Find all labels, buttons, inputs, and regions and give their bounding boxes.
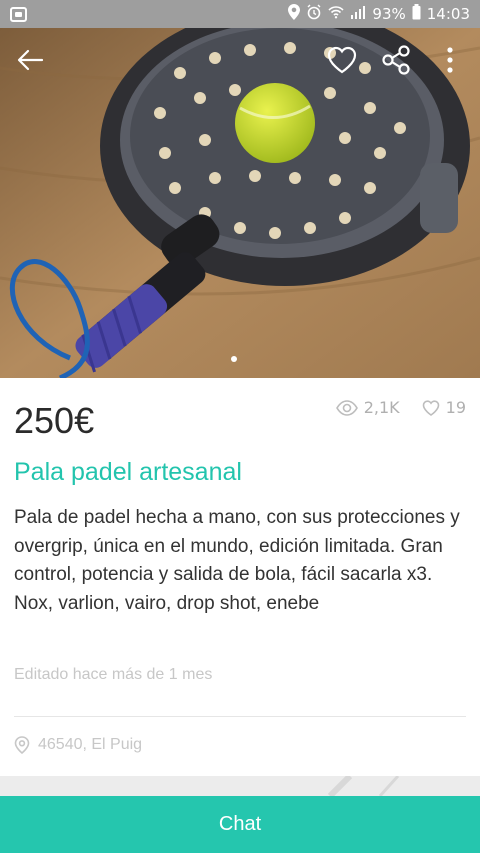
notification-app-icon <box>10 6 27 22</box>
location-row[interactable]: 46540, El Puig <box>14 736 142 754</box>
status-bar: 93% 14:03 <box>0 0 480 28</box>
edited-timestamp: Editado hace más de 1 mes <box>14 666 213 683</box>
listing-stats: 2,1K 19 <box>335 398 466 417</box>
likes-count: 19 <box>445 398 466 417</box>
chat-button-label: Chat <box>218 813 262 835</box>
heart-outline-icon <box>422 399 439 416</box>
more-options-button[interactable] <box>432 42 468 78</box>
eye-icon <box>335 399 358 416</box>
listing-description: Pala de padel hecha a mano, con sus prot… <box>14 507 466 614</box>
share-button[interactable] <box>378 42 414 78</box>
top-action-bar <box>0 28 480 92</box>
alarm-icon <box>306 4 322 24</box>
top-actions-right <box>324 42 468 78</box>
share-icon <box>382 45 410 75</box>
map-preview-drawing <box>327 773 400 799</box>
clock: 14:03 <box>426 5 470 23</box>
map-preview[interactable] <box>0 773 480 799</box>
heart-icon <box>327 46 357 74</box>
battery-icon <box>412 4 421 24</box>
battery-text: 93% <box>372 5 406 23</box>
likes-stat: 19 <box>422 398 466 417</box>
chat-button[interactable]: Chat <box>0 796 480 853</box>
location-text: 46540, El Puig <box>38 736 143 753</box>
status-left <box>10 6 27 22</box>
location-pin-icon <box>14 736 30 754</box>
back-arrow-icon <box>17 49 44 71</box>
signal-icon <box>350 5 366 23</box>
more-vert-icon <box>447 47 453 73</box>
views-stat: 2,1K <box>335 398 400 417</box>
status-right: 93% 14:03 <box>288 4 470 24</box>
price: 250€ <box>14 400 95 441</box>
divider <box>14 716 466 717</box>
favorite-button[interactable] <box>324 42 360 78</box>
image-pager-dot[interactable] <box>231 356 237 362</box>
listing-title: Pala padel artesanal <box>14 458 242 486</box>
wifi-icon <box>328 5 344 23</box>
back-button[interactable] <box>12 42 48 78</box>
location-status-icon <box>288 4 301 24</box>
views-count: 2,1K <box>363 398 400 417</box>
